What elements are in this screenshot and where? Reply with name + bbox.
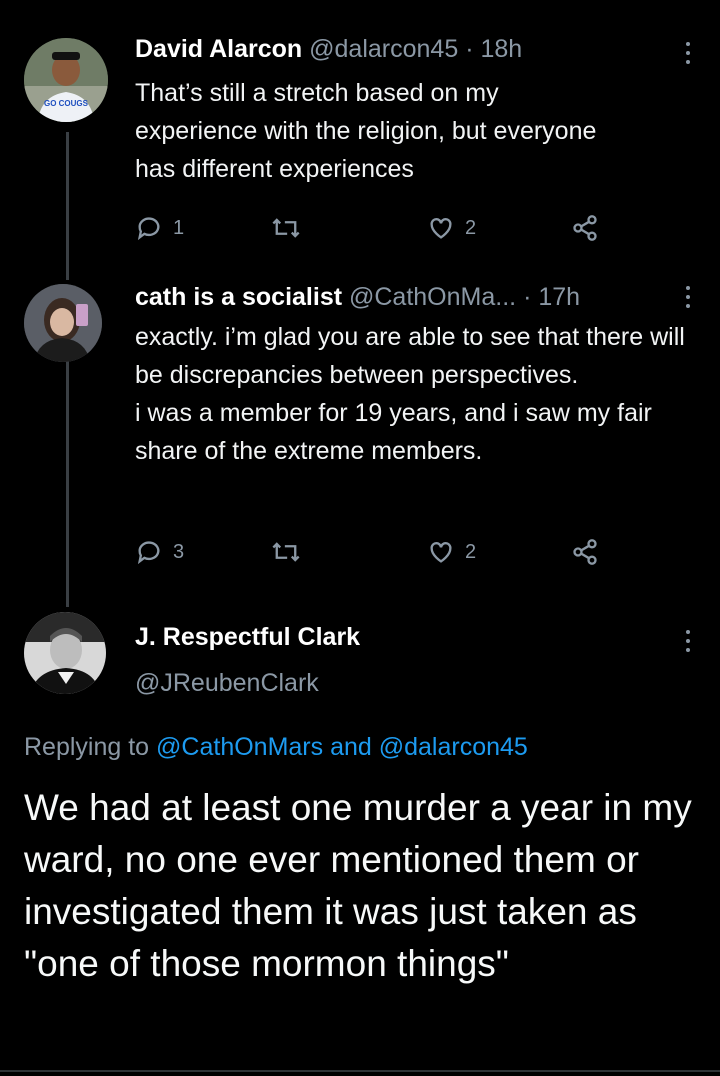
focus-user-name[interactable]: J. Respectful Clark: [135, 620, 360, 654]
timestamp[interactable]: 18h: [480, 35, 522, 63]
tweet-david-alarcon[interactable]: GO COUGS David Alarcon @dalarcon45 · 18h…: [0, 34, 720, 254]
reply-button[interactable]: 1: [135, 214, 184, 242]
more-icon[interactable]: [684, 286, 692, 313]
tweet-header: cath is a socialist @CathOnMa... · 17h: [135, 282, 580, 312]
reply-mention-cathonmars[interactable]: @CathOnMars: [156, 733, 323, 761]
like-icon: [427, 214, 455, 242]
retweet-icon: [271, 214, 301, 242]
divider: [0, 1070, 720, 1072]
tweet-text-paragraph-2: i was a member for 19 years, and i saw m…: [135, 399, 652, 465]
reply-icon: [135, 214, 163, 242]
like-icon: [427, 538, 455, 566]
share-icon: [571, 214, 599, 242]
like-button[interactable]: 2: [427, 214, 476, 242]
share-button[interactable]: [571, 538, 599, 566]
user-handle[interactable]: @dalarcon45: [309, 35, 458, 63]
share-icon: [571, 538, 599, 566]
separator: ·: [523, 283, 532, 311]
tweet-actions: 3 2: [135, 538, 720, 568]
like-button[interactable]: 2: [427, 538, 476, 566]
share-button[interactable]: [571, 214, 599, 242]
tweet-header: David Alarcon @dalarcon45 · 18h: [135, 34, 522, 64]
focus-tweet-text: We had at least one murder a year in my …: [24, 787, 692, 984]
focus-user-handle[interactable]: @JReubenClark: [135, 666, 319, 700]
tweet-actions: 1 2: [135, 214, 720, 244]
user-name[interactable]: David Alarcon: [135, 35, 302, 63]
more-icon[interactable]: [684, 42, 692, 69]
like-count: 2: [465, 540, 477, 563]
user-handle[interactable]: @CathOnMa...: [349, 283, 516, 311]
more-icon[interactable]: [684, 630, 692, 657]
avatar-j-respectful-clark[interactable]: [24, 612, 106, 694]
reply-mention-dalarcon45[interactable]: @dalarcon45: [379, 733, 528, 761]
replying-prefix: Replying to: [24, 733, 150, 761]
avatar-david-alarcon[interactable]: GO COUGS: [24, 38, 108, 122]
reply-icon: [135, 538, 163, 566]
tweet-text: That’s still a stretch based on my exper…: [135, 79, 597, 183]
timestamp[interactable]: 17h: [538, 283, 580, 311]
reply-count: 3: [173, 540, 185, 563]
separator: ·: [465, 35, 474, 63]
user-name[interactable]: cath is a socialist: [135, 283, 342, 311]
svg-text:GO COUGS: GO COUGS: [44, 99, 89, 108]
tweet-text: exactly. i’m glad you are able to see th…: [135, 318, 695, 470]
retweet-button[interactable]: [271, 538, 301, 566]
like-count: 2: [465, 216, 477, 239]
retweet-button[interactable]: [271, 214, 301, 242]
reply-and: and: [330, 733, 372, 761]
reply-button[interactable]: 3: [135, 538, 184, 566]
avatar-cath[interactable]: [24, 284, 102, 362]
retweet-icon: [271, 538, 301, 566]
reply-count: 1: [173, 216, 185, 239]
tweet-cath[interactable]: cath is a socialist @CathOnMa... · 17h e…: [0, 282, 720, 592]
tweet-text-paragraph-1: exactly. i’m glad you are able to see th…: [135, 323, 685, 389]
replying-to-line: Replying to @CathOnMars and @dalarcon45: [24, 730, 528, 764]
